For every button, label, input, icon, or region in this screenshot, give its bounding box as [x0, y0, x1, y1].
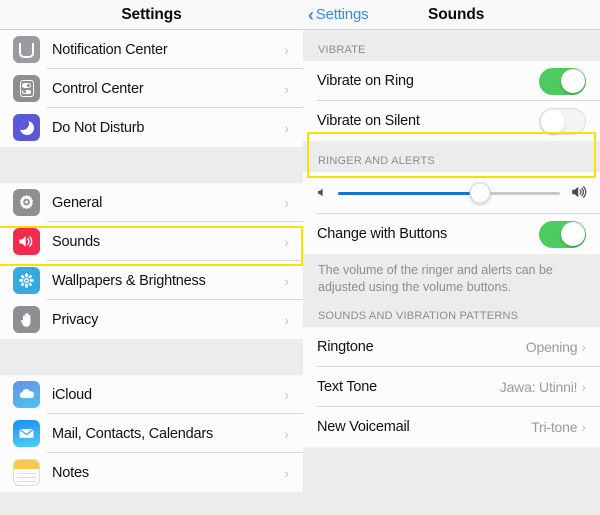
- row-label: Vibrate on Ring: [317, 73, 414, 89]
- volume-slider-track[interactable]: [338, 182, 560, 204]
- sidebar-item-label: General: [52, 194, 103, 211]
- row-text-tone[interactable]: Text Tone Jawa: Utinni! ›: [303, 366, 600, 407]
- detail-title: Sounds: [428, 5, 485, 23]
- row-change-with-buttons[interactable]: Change with Buttons: [303, 214, 600, 254]
- chevron-right-icon: ›: [284, 233, 289, 250]
- sidebar-item-label: Privacy: [52, 311, 99, 328]
- change-with-buttons-toggle[interactable]: [539, 220, 586, 248]
- row-label: Change with Buttons: [317, 226, 448, 242]
- ringer-footer-note: The volume of the ringer and alerts can …: [303, 254, 600, 296]
- do-not-disturb-icon: [13, 114, 40, 141]
- ios-settings-screenshot: Settings Notification Center › Control C…: [0, 0, 600, 515]
- sidebar-group-1: Notification Center › Control Center › D…: [0, 30, 303, 147]
- row-label: Text Tone: [317, 378, 378, 395]
- page-title: Settings: [121, 5, 182, 23]
- notification-center-icon: [13, 36, 40, 63]
- patterns-group: Ringtone Opening › Text Tone Jawa: Utinn…: [303, 326, 600, 447]
- sounds-speaker-icon: [13, 228, 40, 255]
- sidebar-header: Settings: [0, 0, 303, 30]
- detail-header: ‹ Settings Sounds: [303, 0, 600, 30]
- chevron-right-icon: ›: [284, 464, 289, 481]
- privacy-hand-icon: [13, 306, 40, 333]
- chevron-right-icon: ›: [284, 425, 289, 442]
- sidebar-group-2: General › Sounds › Wallpapers & Brightne…: [0, 183, 303, 339]
- sidebar-item-label: Control Center: [52, 80, 144, 97]
- sidebar-item-sounds[interactable]: Sounds ›: [0, 222, 303, 261]
- sidebar-group-divider: [0, 147, 303, 183]
- vibrate-on-ring-toggle[interactable]: [539, 67, 586, 95]
- chevron-right-icon: ›: [284, 194, 289, 211]
- sidebar-item-notes[interactable]: Notes ›: [0, 453, 303, 492]
- sidebar-item-control-center[interactable]: Control Center ›: [0, 69, 303, 108]
- sidebar-item-label: iCloud: [52, 386, 92, 403]
- chevron-right-icon: ›: [284, 119, 289, 136]
- sidebar-item-label: Notes: [52, 464, 89, 481]
- row-value: Opening: [525, 338, 578, 355]
- sidebar-group-3: iCloud › Mail, Contacts, Calendars › Not…: [0, 375, 303, 492]
- chevron-right-icon: ›: [284, 272, 289, 289]
- settings-sidebar-panel: Settings Notification Center › Control C…: [0, 0, 303, 515]
- row-value: Jawa: Utinni!: [499, 378, 578, 395]
- icloud-icon: [13, 381, 40, 408]
- sidebar-item-do-not-disturb[interactable]: Do Not Disturb ›: [0, 108, 303, 147]
- mail-icon: [13, 420, 40, 447]
- back-button[interactable]: ‹ Settings: [308, 4, 369, 25]
- sidebar-item-icloud[interactable]: iCloud ›: [0, 375, 303, 414]
- vibrate-group: Vibrate on Ring Vibrate on Silent: [303, 61, 600, 141]
- sidebar-item-label: Wallpapers & Brightness: [52, 272, 206, 289]
- chevron-right-icon: ›: [284, 80, 289, 97]
- vibrate-on-silent-toggle[interactable]: [539, 107, 586, 135]
- chevron-right-icon: ›: [284, 41, 289, 58]
- row-vibrate-on-silent[interactable]: Vibrate on Silent: [303, 101, 600, 141]
- sidebar-item-privacy[interactable]: Privacy ›: [0, 300, 303, 339]
- volume-slider-fill: [338, 191, 481, 195]
- sidebar-item-label: Notification Center: [52, 41, 168, 58]
- row-label: Ringtone: [317, 338, 374, 355]
- volume-slider-thumb: [469, 182, 491, 204]
- wallpapers-icon: [13, 267, 40, 294]
- chevron-right-icon: ›: [284, 386, 289, 403]
- chevron-right-icon: ›: [581, 418, 586, 435]
- sidebar-item-wallpapers-brightness[interactable]: Wallpapers & Brightness ›: [0, 261, 303, 300]
- sounds-detail-panel: ‹ Settings Sounds VIBRATE Vibrate on Rin…: [303, 0, 600, 515]
- row-ringtone[interactable]: Ringtone Opening ›: [303, 326, 600, 367]
- section-header-vibrate: VIBRATE: [303, 30, 600, 61]
- sidebar-group-divider-2: [0, 339, 303, 375]
- row-value: Tri-tone: [531, 418, 578, 435]
- row-label: Vibrate on Silent: [317, 113, 420, 129]
- section-header-sounds-and-vibration-patterns: SOUNDS AND VIBRATION PATTERNS: [303, 295, 600, 327]
- ringer-volume-slider-row[interactable]: [303, 172, 600, 214]
- control-center-icon: [13, 75, 40, 102]
- speaker-low-icon: [315, 186, 328, 201]
- section-header-ringer-and-alerts: RINGER AND ALERTS: [303, 141, 600, 172]
- speaker-high-icon: [570, 183, 588, 204]
- sidebar-item-label: Do Not Disturb: [52, 119, 145, 136]
- row-vibrate-on-ring[interactable]: Vibrate on Ring: [303, 61, 600, 101]
- ringer-group: Change with Buttons: [303, 172, 600, 254]
- chevron-right-icon: ›: [581, 378, 586, 395]
- notes-icon: [13, 459, 40, 486]
- sidebar-item-label: Mail, Contacts, Calendars: [52, 425, 214, 442]
- sidebar-item-general[interactable]: General ›: [0, 183, 303, 222]
- chevron-right-icon: ›: [284, 311, 289, 328]
- row-new-voicemail[interactable]: New Voicemail Tri-tone ›: [303, 406, 600, 447]
- sidebar-item-label: Sounds: [52, 233, 100, 250]
- chevron-left-icon: ‹: [308, 4, 314, 25]
- chevron-right-icon: ›: [581, 338, 586, 355]
- general-gear-icon: [13, 189, 40, 216]
- back-button-label: Settings: [315, 6, 369, 23]
- sidebar-item-mail-contacts-calendars[interactable]: Mail, Contacts, Calendars ›: [0, 414, 303, 453]
- row-label: New Voicemail: [317, 418, 410, 435]
- sidebar-item-notification-center[interactable]: Notification Center ›: [0, 30, 303, 69]
